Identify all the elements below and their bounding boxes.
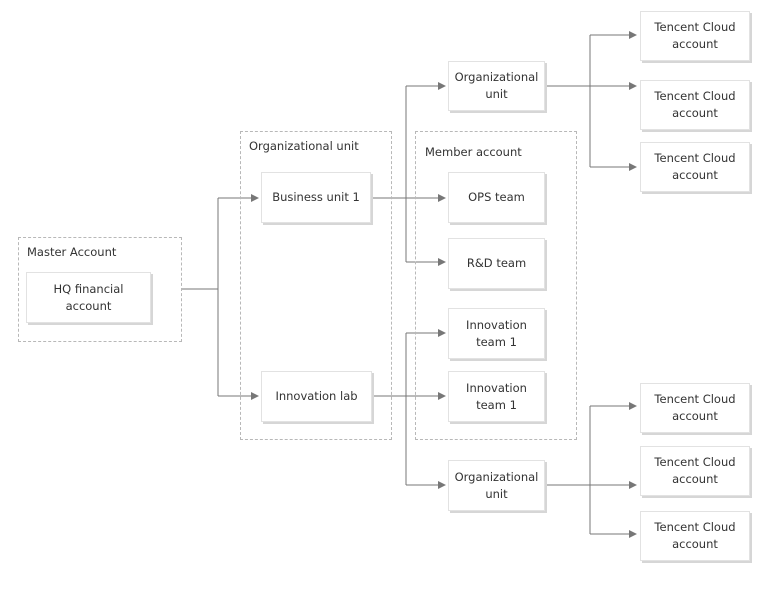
rd-team-node[interactable]: R&D team <box>448 238 545 289</box>
business-unit-node[interactable]: Business unit 1 <box>261 172 371 223</box>
tencent-cloud-account-node[interactable]: Tencent Cloud account <box>640 80 750 130</box>
tencent-cloud-account-node[interactable]: Tencent Cloud account <box>640 142 750 192</box>
tencent-cloud-account-node[interactable]: Tencent Cloud account <box>640 446 750 496</box>
ops-team-node[interactable]: OPS team <box>448 172 545 223</box>
innovation-lab-node[interactable]: Innovation lab <box>261 371 372 422</box>
member-account-label: Member account <box>425 145 522 159</box>
innovation-team-node[interactable]: Innovation team 1 <box>448 371 545 422</box>
innovation-team-node[interactable]: Innovation team 1 <box>448 308 545 359</box>
org-unit-label: Organizational unit <box>249 139 359 153</box>
org-unit-top-node[interactable]: Organizational unit <box>448 61 545 111</box>
master-account-label: Master Account <box>27 245 117 259</box>
tencent-cloud-account-node[interactable]: Tencent Cloud account <box>640 511 750 561</box>
tencent-cloud-account-node[interactable]: Tencent Cloud account <box>640 11 750 61</box>
tencent-cloud-account-node[interactable]: Tencent Cloud account <box>640 383 750 433</box>
org-unit-bottom-node[interactable]: Organizational unit <box>448 460 545 511</box>
hq-financial-account-node[interactable]: HQ financial account <box>26 272 151 323</box>
